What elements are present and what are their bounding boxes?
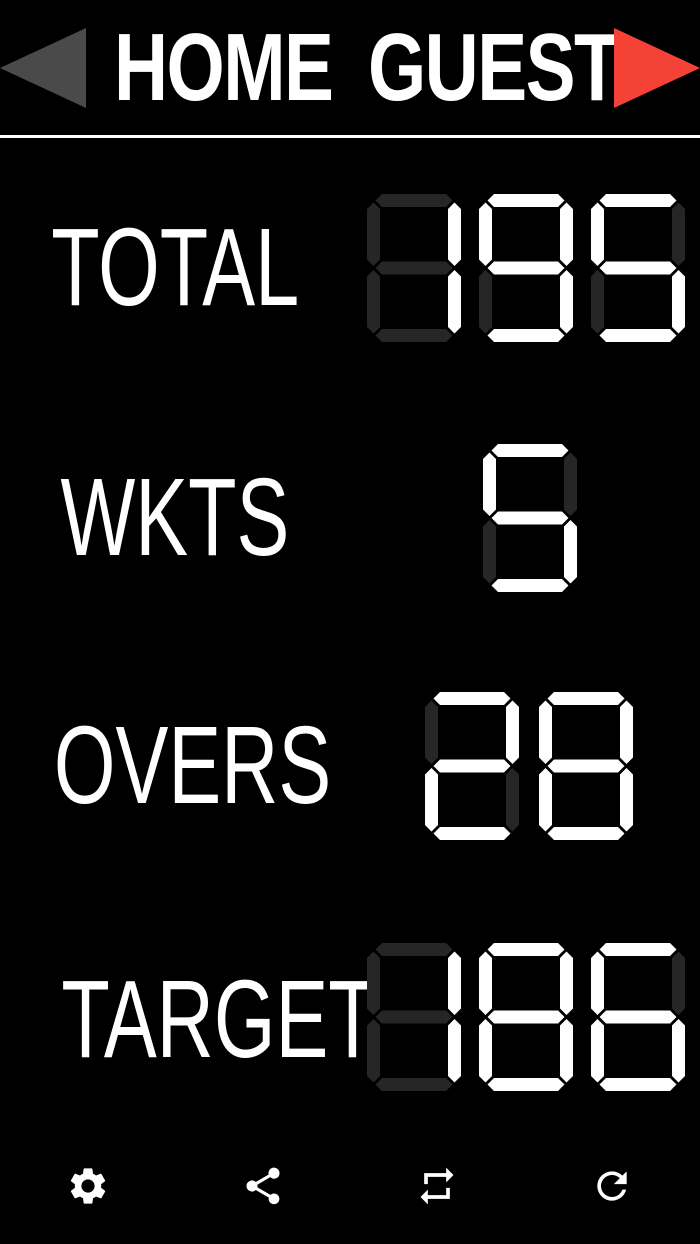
segment-f (591, 202, 604, 266)
segment-c (506, 768, 519, 832)
segment-d (491, 579, 569, 592)
segment-b (560, 951, 573, 1015)
segment-c (620, 768, 633, 832)
header-divider (0, 135, 700, 138)
left-arrow-shape (0, 28, 86, 108)
segment-a (599, 943, 677, 956)
segment-d (487, 329, 565, 342)
left-arrow-icon[interactable] (0, 28, 86, 108)
segment-c (564, 520, 577, 584)
segment-d (487, 1078, 565, 1091)
target-display[interactable] (366, 942, 686, 1092)
segment-g (375, 261, 453, 275)
segment-b (564, 452, 577, 516)
total-digit-2 (479, 194, 573, 342)
segment-e (591, 270, 604, 334)
team-header: HOME GUEST (0, 0, 700, 136)
segment-d (375, 329, 453, 342)
refresh-icon[interactable] (590, 1164, 634, 1208)
total-display[interactable] (366, 193, 686, 343)
total-digit-1 (367, 194, 461, 342)
segment-c (560, 270, 573, 334)
home-team-label[interactable]: HOME (114, 18, 334, 118)
segment-g (599, 261, 677, 275)
segment-f (367, 202, 380, 266)
segment-c (672, 270, 685, 334)
segment-a (599, 194, 677, 207)
segment-a (487, 194, 565, 207)
segment-f (591, 951, 604, 1015)
segment-g (487, 261, 565, 275)
segment-a (487, 943, 565, 956)
segment-e (591, 1019, 604, 1083)
segment-e (539, 768, 552, 832)
segment-b (448, 951, 461, 1015)
segment-e (367, 1019, 380, 1083)
segment-g (375, 1010, 453, 1024)
segment-g (433, 759, 511, 773)
segment-a (491, 444, 569, 457)
segment-c (448, 270, 461, 334)
right-arrow-shape (614, 28, 700, 108)
segment-e (367, 270, 380, 334)
swap-icon[interactable] (415, 1164, 459, 1208)
total-label: TOTAL (51, 206, 299, 329)
wkts-label: WKTS (60, 456, 290, 579)
wkts-display[interactable] (482, 443, 578, 593)
segment-g (487, 1010, 565, 1024)
bottom-toolbar (0, 1150, 700, 1222)
segment-d (433, 827, 511, 840)
segment-f (483, 452, 496, 516)
segment-f (479, 202, 492, 266)
overs-label: OVERS (53, 704, 332, 827)
settings-icon[interactable] (66, 1164, 110, 1208)
segment-b (506, 700, 519, 764)
target-digit-2 (479, 943, 573, 1091)
target-label: TARGET (61, 958, 377, 1081)
segment-f (479, 951, 492, 1015)
target-digit-1 (367, 943, 461, 1091)
segment-b (448, 202, 461, 266)
segment-d (599, 1078, 677, 1091)
segment-g (547, 759, 625, 773)
segment-a (547, 692, 625, 705)
segment-d (547, 827, 625, 840)
overs-digit-2 (539, 692, 633, 840)
total-digit-3 (591, 194, 685, 342)
target-digit-3 (591, 943, 685, 1091)
segment-e (483, 520, 496, 584)
segment-f (367, 951, 380, 1015)
segment-a (375, 943, 453, 956)
segment-f (539, 700, 552, 764)
segment-d (599, 329, 677, 342)
segment-b (672, 951, 685, 1015)
segment-b (560, 202, 573, 266)
segment-e (479, 1019, 492, 1083)
segment-g (491, 511, 569, 525)
overs-display[interactable] (424, 691, 634, 841)
segment-e (479, 270, 492, 334)
segment-c (448, 1019, 461, 1083)
segment-c (672, 1019, 685, 1083)
segment-e (425, 768, 438, 832)
segment-b (672, 202, 685, 266)
right-arrow-icon[interactable] (614, 28, 700, 108)
wkts-digit-1 (483, 444, 577, 592)
segment-b (620, 700, 633, 764)
share-icon[interactable] (241, 1164, 285, 1208)
segment-a (433, 692, 511, 705)
segment-d (375, 1078, 453, 1091)
segment-a (375, 194, 453, 207)
guest-team-label[interactable]: GUEST (368, 18, 620, 118)
segment-g (599, 1010, 677, 1024)
segment-c (560, 1019, 573, 1083)
segment-f (425, 700, 438, 764)
overs-digit-1 (425, 692, 519, 840)
